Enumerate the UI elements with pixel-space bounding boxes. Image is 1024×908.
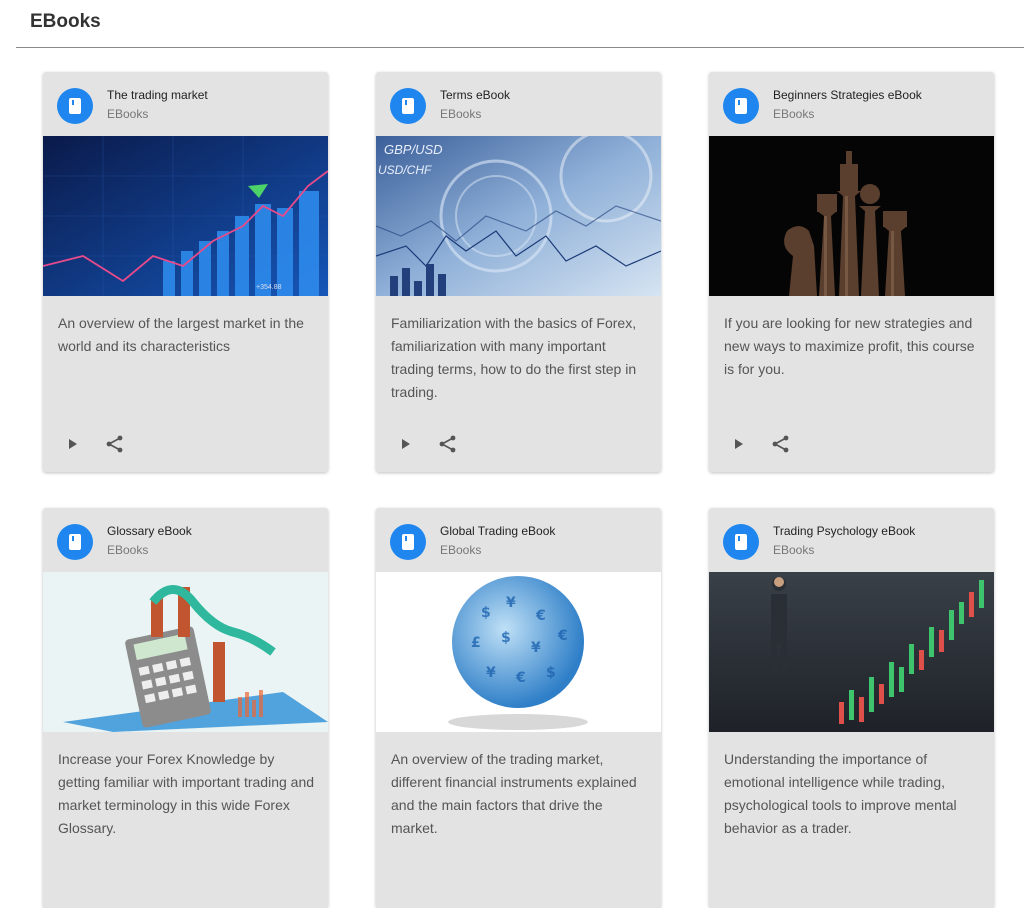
svg-text:¥: ¥ (531, 640, 541, 656)
ebook-card-global-trading[interactable]: Global Trading eBook EBooks $ ¥ € £ $ ¥ € ¥ € $… (376, 508, 661, 908)
share-icon[interactable] (436, 432, 460, 456)
card-description: An overview of the trading market, diffe… (391, 751, 637, 836)
card-description: Understanding the importance of emotiona… (724, 751, 957, 836)
book-icon (723, 88, 759, 124)
book-icon (723, 524, 759, 560)
card-description: Increase your Forex Knowledge by getting… (58, 751, 315, 836)
play-button[interactable] (729, 434, 749, 454)
svg-text:$: $ (481, 605, 491, 621)
card-title: Terms eBook (440, 88, 511, 102)
image-label-usdchf: USD/CHF (378, 163, 432, 177)
card-subtitle: EBooks (773, 543, 815, 557)
card-description: An overview of the largest market in the… (58, 315, 304, 354)
page-title: EBooks (30, 11, 101, 32)
card-header: Trading Psychology eBook EBooks (709, 508, 994, 572)
play-button[interactable] (396, 434, 416, 454)
ebook-card-terms[interactable]: Terms eBook EBooks GBP/USD USD/CHF Famil… (376, 72, 661, 472)
card-subtitle: EBooks (773, 107, 815, 121)
page-header: EBooks (0, 0, 1024, 48)
book-icon (57, 88, 93, 124)
svg-text:£: £ (471, 635, 481, 651)
card-title: Trading Psychology eBook (773, 524, 916, 538)
book-icon (57, 524, 93, 560)
card-actions (43, 428, 328, 458)
card-header: Glossary eBook EBooks (43, 508, 328, 572)
svg-text:€: € (557, 628, 568, 644)
svg-text:€: € (535, 608, 546, 624)
svg-text:$: $ (546, 665, 556, 681)
svg-text:¥: ¥ (506, 595, 516, 611)
card-actions (709, 428, 994, 458)
header-divider (16, 47, 1024, 48)
book-icon (390, 524, 426, 560)
svg-text:€: € (515, 670, 526, 686)
card-subtitle: EBooks (440, 107, 482, 121)
card-title: Beginners Strategies eBook (773, 88, 922, 102)
card-description: If you are looking for new strategies an… (724, 315, 975, 377)
ebook-card-trading-psychology[interactable]: Trading Psychology eBook EBooks Understa… (709, 508, 994, 908)
card-image-currency-chart[interactable]: GBP/USD USD/CHF (376, 136, 661, 296)
ebook-card-trading-market[interactable]: The trading market EBooks +354.88 An ove… (43, 72, 328, 472)
card-image-businessman-candlesticks[interactable] (709, 572, 994, 732)
ebook-card-beginners-strategies[interactable]: Beginners Strategies eBook EBooks If you… (709, 72, 994, 472)
card-subtitle: EBooks (107, 107, 149, 121)
play-button[interactable] (63, 434, 83, 454)
svg-text:¥: ¥ (486, 665, 496, 681)
card-header: Terms eBook EBooks (376, 72, 661, 136)
card-image-currency-globe[interactable]: $ ¥ € £ $ ¥ € ¥ € $ (376, 572, 661, 732)
card-subtitle: EBooks (107, 543, 149, 557)
card-description: Familiarization with the basics of Forex… (391, 315, 637, 400)
share-icon[interactable] (769, 432, 793, 456)
card-title: Global Trading eBook (440, 524, 556, 538)
card-header: Beginners Strategies eBook EBooks (709, 72, 994, 136)
card-header: The trading market EBooks (43, 72, 328, 136)
card-image-chess-pieces[interactable] (709, 136, 994, 296)
image-label-gbpusd: GBP/USD (384, 142, 443, 157)
share-icon[interactable] (103, 432, 127, 456)
card-image-trading-chart[interactable]: +354.88 (43, 136, 328, 296)
image-price-label: +354.88 (256, 284, 282, 291)
card-title: Glossary eBook (107, 524, 192, 538)
card-image-calculator-chart[interactable] (43, 572, 328, 732)
card-subtitle: EBooks (440, 543, 482, 557)
card-title: The trading market (107, 88, 208, 102)
card-header: Global Trading eBook EBooks (376, 508, 661, 572)
svg-text:$: $ (501, 630, 511, 646)
book-icon (390, 88, 426, 124)
ebook-card-glossary[interactable]: Glossary eBook EBooks Increase your Fore… (43, 508, 328, 908)
card-actions (376, 428, 661, 458)
